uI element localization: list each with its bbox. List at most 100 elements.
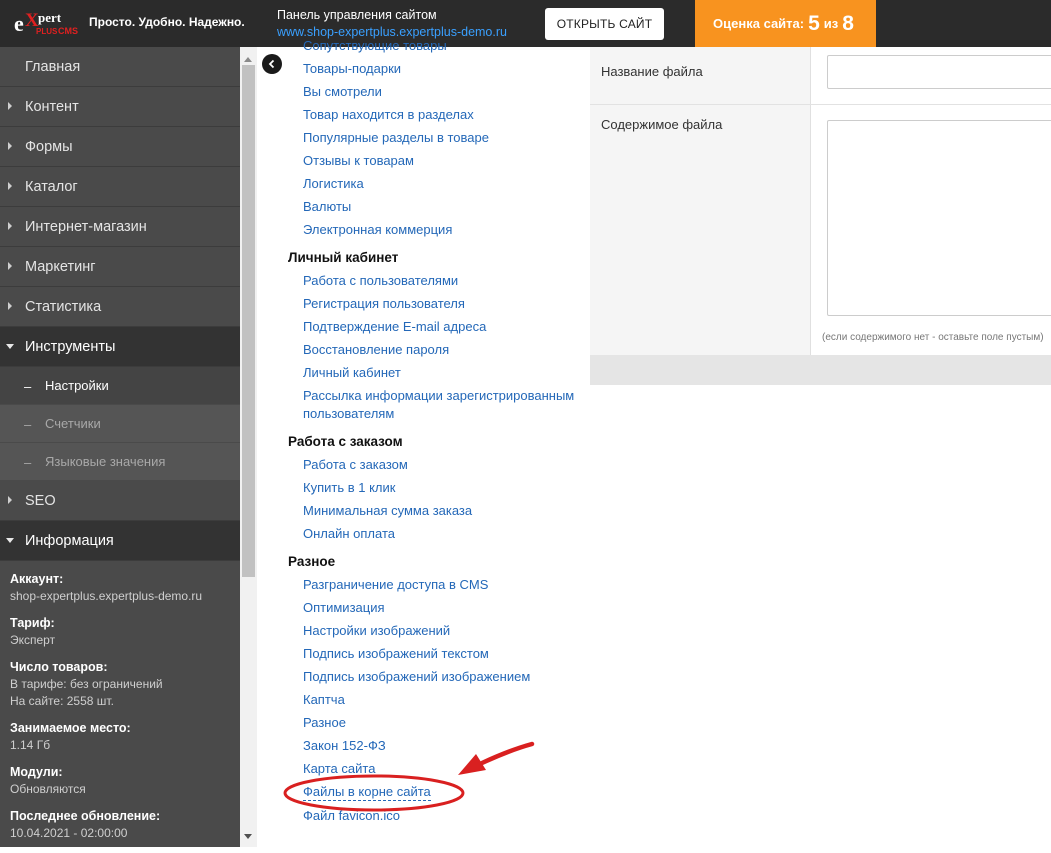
sidebar-item-marketing[interactable]: Маркетинг [0, 247, 240, 287]
sidebar-item-label: Маркетинг [25, 258, 96, 275]
site-url-link[interactable]: www.shop-expertplus.expertplus-demo.ru [277, 25, 507, 39]
label-column: Содержимое файла [590, 105, 811, 355]
sidebar-subitem-settings[interactable]: – Настройки [0, 367, 240, 405]
info-label: Занимаемое место: [10, 721, 131, 735]
info-product-count: Число товаров: В тарифе: без ограничений… [10, 659, 230, 710]
slogan: Просто. Удобно. Надежно. [89, 15, 245, 29]
file-content-textarea[interactable] [827, 120, 1051, 316]
info-label: Последнее обновление: [10, 809, 161, 823]
settings-link[interactable]: Минимальная сумма заказа [288, 499, 578, 522]
rating-of: из [823, 16, 839, 31]
collapse-sidebar-button[interactable] [262, 54, 282, 74]
info-value: 10.04.2021 - 02:00:00 [10, 826, 128, 840]
settings-link[interactable]: Популярные разделы в товаре [288, 126, 578, 149]
settings-link[interactable]: Подпись изображений текстом [288, 642, 578, 665]
account-info: Аккаунт: shop-expertplus.expertplus-demo… [0, 561, 240, 842]
info-label: Модули: [10, 765, 63, 779]
open-site-button[interactable]: ОТКРЫТЬ САЙТ [545, 8, 664, 40]
settings-link[interactable]: Личный кабинет [288, 361, 578, 384]
settings-link[interactable]: Товары-подарки [288, 57, 578, 80]
settings-link[interactable]: Купить в 1 клик [288, 476, 578, 499]
form-footer [590, 355, 1051, 385]
sidebar-subitem-counters[interactable]: – Счетчики [0, 405, 240, 443]
sidebar-item-forms[interactable]: Формы [0, 127, 240, 167]
site-rating-badge[interactable]: Оценка сайта: 5 из 8 [695, 0, 876, 47]
settings-link[interactable]: Товар находится в разделах [288, 103, 578, 126]
chevron-right-icon [8, 496, 12, 504]
chevron-right-icon [8, 302, 12, 310]
settings-link[interactable]: Онлайн оплата [288, 522, 578, 545]
sidebar-item-catalog[interactable]: Каталог [0, 167, 240, 207]
group-title-cabinet: Личный кабинет [288, 250, 399, 265]
filename-input[interactable] [827, 55, 1051, 89]
chevron-left-icon [268, 59, 275, 69]
chevron-down-icon [6, 344, 14, 349]
info-label: Аккаунт: [10, 572, 64, 586]
settings-link-current[interactable]: Файлы в корне сайта [303, 783, 431, 801]
settings-link[interactable]: Закон 152-ФЗ [288, 734, 578, 757]
info-value: shop-expertplus.expertplus-demo.ru [10, 589, 203, 603]
chevron-right-icon [8, 222, 12, 230]
settings-links-list: Сопутствующие товары Товары-подарки Вы с… [288, 40, 578, 847]
chevron-right-icon [8, 262, 12, 270]
settings-link[interactable]: Разное [288, 711, 578, 734]
sidebar-item-label: Информация [25, 532, 114, 549]
settings-link[interactable]: Настройки изображений [288, 619, 578, 642]
settings-link[interactable]: Оптимизация [288, 596, 578, 619]
scroll-up-arrow-icon[interactable] [244, 57, 252, 62]
settings-link[interactable]: Электронная коммерция [288, 218, 578, 241]
empty-content-hint: (если содержимого нет - оставьте поле пу… [822, 332, 1044, 343]
rating-max: 8 [842, 11, 854, 35]
sidebar-item-seo[interactable]: SEO [0, 481, 240, 521]
chevron-right-icon [8, 102, 12, 110]
sidebar-item-information[interactable]: Информация [0, 521, 240, 561]
sidebar-item-label: Главная [25, 58, 81, 75]
sidebar-item-label: Инструменты [25, 338, 116, 355]
sidebar-item-label: Интернет-магазин [25, 218, 147, 235]
settings-link[interactable]: Каптча [288, 688, 578, 711]
info-account: Аккаунт: shop-expertplus.expertplus-demo… [10, 571, 230, 605]
sidebar-subitem-label: Настройки [45, 378, 109, 393]
scroll-down-arrow-icon[interactable] [244, 834, 252, 839]
settings-link[interactable]: Отзывы к товарам [288, 149, 578, 172]
sidebar-item-tools[interactable]: Инструменты [0, 327, 240, 367]
settings-link[interactable]: Разграничение доступа в CMS [288, 573, 578, 596]
sidebar-subitem-language-values[interactable]: – Языковые значения [0, 443, 240, 481]
sidebar-scrollbar[interactable] [240, 47, 257, 847]
settings-link[interactable]: Файл favicon.ico [288, 804, 578, 827]
chevron-down-icon [6, 538, 14, 543]
settings-link[interactable]: Рассылка информации зарегистрированным п… [288, 384, 578, 425]
settings-link[interactable]: Подтверждение E-mail адреса [288, 315, 578, 338]
scrollbar-thumb[interactable] [242, 65, 255, 577]
dash-icon: – [24, 455, 32, 470]
settings-link[interactable]: Работа с пользователями [288, 269, 578, 292]
settings-link[interactable]: Восстановление пароля [288, 338, 578, 361]
info-tariff: Тариф: Эксперт [10, 615, 230, 649]
panel-title: Панель управления сайтом [277, 8, 437, 22]
settings-link[interactable]: Работа с заказом [288, 453, 578, 476]
content-label: Содержимое файла [601, 117, 723, 132]
settings-link[interactable]: Валюты [288, 195, 578, 218]
sidebar-item-shop[interactable]: Интернет-магазин [0, 207, 240, 247]
settings-link[interactable]: Логистика [288, 172, 578, 195]
svg-text:CMS: CMS [58, 26, 78, 36]
sidebar-item-home[interactable]: Главная [0, 47, 240, 87]
info-value: Обновляются [10, 782, 86, 796]
settings-link[interactable]: Сопутствующие товары [288, 40, 578, 57]
label-column: Название файла [590, 47, 811, 104]
settings-link[interactable]: Вы смотрели [288, 80, 578, 103]
info-value: На сайте: 2558 шт. [10, 694, 114, 708]
chevron-right-icon [8, 142, 12, 150]
sidebar-item-statistics[interactable]: Статистика [0, 287, 240, 327]
group-title-misc: Разное [288, 554, 336, 569]
expertplus-logo[interactable]: e X pert PLUS CMS [14, 9, 82, 39]
sidebar: Главная Контент Формы Каталог Интернет-м… [0, 47, 240, 847]
file-edit-form: Название файла Содержимое файла (если со… [590, 47, 1051, 385]
chevron-right-icon [8, 182, 12, 190]
info-value: Эксперт [10, 633, 56, 647]
info-last-update: Последнее обновление: 10.04.2021 - 02:00… [10, 808, 230, 842]
sidebar-item-content[interactable]: Контент [0, 87, 240, 127]
settings-link[interactable]: Регистрация пользователя [288, 292, 578, 315]
settings-link[interactable]: Подпись изображений изображением [288, 665, 578, 688]
settings-link[interactable]: Карта сайта [288, 757, 578, 780]
